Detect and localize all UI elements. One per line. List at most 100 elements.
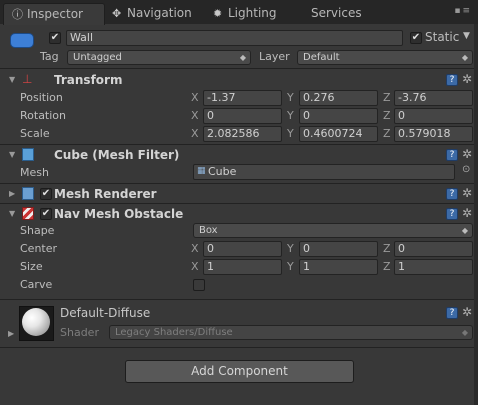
x-axis-label: X (191, 109, 199, 122)
object-name-input[interactable]: Wall (66, 30, 403, 46)
foldout-arrow-icon[interactable]: ▼ (9, 146, 15, 164)
scale-label: Scale (20, 127, 50, 140)
center-label: Center (20, 242, 58, 255)
nav-mesh-obstacle-icon (22, 207, 34, 220)
help-book-icon[interactable]: ? (446, 307, 458, 319)
info-icon: ⓘ (12, 8, 23, 21)
shader-label: Shader (60, 326, 99, 339)
size-x-field[interactable]: 1 (203, 259, 282, 275)
dropdown-arrow-icon: ◆ (461, 53, 468, 62)
gameobject-icon (10, 33, 34, 48)
divider (0, 299, 478, 300)
size-z-field[interactable]: 1 (394, 259, 473, 275)
foldout-arrow-icon[interactable]: ▶ (9, 185, 15, 203)
dropdown-arrow-icon: ◆ (461, 226, 468, 235)
x-axis-label: X (191, 127, 199, 140)
y-axis-label: Y (287, 242, 294, 255)
static-dropdown-icon[interactable]: ▼ (463, 31, 470, 41)
static-checkbox[interactable]: ✔ (410, 32, 422, 44)
help-book-icon[interactable]: ? (446, 74, 458, 86)
object-picker-icon[interactable]: ⊙ (462, 164, 470, 175)
y-axis-label: Y (287, 127, 294, 140)
z-axis-label: Z (383, 91, 391, 104)
divider (0, 144, 478, 145)
rotation-y-field[interactable]: 0 (299, 108, 378, 124)
material-name: Default-Diffuse (60, 306, 151, 320)
dropdown-arrow-icon: ◆ (461, 328, 468, 337)
mesh-value: Cube (208, 165, 237, 178)
position-z-field[interactable]: -3.76 (394, 90, 473, 106)
mesh-renderer-title: Mesh Renderer (54, 187, 157, 201)
scale-z-field[interactable]: 0.579018 (394, 126, 473, 142)
gear-icon[interactable]: ✲ (462, 186, 472, 200)
active-checkbox[interactable]: ✔ (49, 32, 61, 44)
shader-value: Legacy Shaders/Diffuse (115, 327, 233, 338)
tab-label: Lighting (228, 6, 277, 20)
mesh-renderer-enabled-checkbox[interactable]: ✔ (40, 188, 52, 200)
material-sphere-icon (22, 308, 50, 336)
nav-mesh-obstacle-enabled-checkbox[interactable]: ✔ (40, 208, 52, 220)
z-axis-label: Z (383, 242, 391, 255)
z-axis-label: Z (383, 109, 391, 122)
x-axis-label: X (191, 260, 199, 273)
y-axis-label: Y (287, 109, 294, 122)
transform-title: Transform (54, 73, 123, 87)
scale-y-field[interactable]: 0.4600724 (299, 126, 378, 142)
gear-icon[interactable]: ✲ (462, 72, 472, 86)
rotation-z-field[interactable]: 0 (394, 108, 473, 124)
transform-icon: ⊥ (22, 72, 33, 86)
layer-label: Layer (259, 50, 290, 63)
help-book-icon[interactable]: ? (446, 208, 458, 220)
tab-label: Services (311, 6, 362, 20)
position-y-field[interactable]: 0.276 (299, 90, 378, 106)
z-axis-label: Z (383, 260, 391, 273)
center-z-field[interactable]: 0 (394, 241, 473, 257)
foldout-arrow-icon[interactable]: ▼ (9, 205, 15, 223)
tab-inspector[interactable]: ⓘ Inspector (3, 3, 105, 25)
nav-mesh-obstacle-title: Nav Mesh Obstacle (54, 207, 184, 221)
tab-services[interactable]: Services (302, 3, 372, 24)
lighting-icon: ✹ (213, 7, 223, 20)
static-label: Static (425, 30, 460, 44)
tab-label: Inspector (27, 7, 83, 21)
x-axis-label: X (191, 242, 199, 255)
panel-menu-icon[interactable]: ▪≡ (454, 6, 472, 16)
divider (0, 68, 478, 69)
foldout-arrow-icon[interactable]: ▶ (8, 325, 14, 343)
z-axis-label: Z (383, 127, 391, 140)
position-x-field[interactable]: -1.37 (203, 90, 282, 106)
shape-dropdown[interactable]: Box ◆ (193, 223, 473, 238)
gear-icon[interactable]: ✲ (462, 305, 472, 319)
tag-value: Untagged (73, 52, 122, 63)
help-book-icon[interactable]: ? (446, 149, 458, 161)
divider (0, 347, 478, 348)
x-axis-label: X (191, 91, 199, 104)
navigation-icon: ✥ (112, 7, 122, 20)
tag-dropdown[interactable]: Untagged ◆ (67, 50, 251, 65)
center-x-field[interactable]: 0 (203, 241, 282, 257)
tab-navigation[interactable]: ✥ Navigation (104, 3, 204, 24)
mesh-filter-title: Cube (Mesh Filter) (54, 148, 180, 162)
add-component-button[interactable]: Add Component (125, 360, 354, 383)
tag-label: Tag (40, 50, 59, 63)
center-y-field[interactable]: 0 (299, 241, 378, 257)
y-axis-label: Y (287, 260, 294, 273)
gear-icon[interactable]: ✲ (462, 206, 472, 220)
size-label: Size (20, 260, 43, 273)
scale-x-field[interactable]: 2.082586 (203, 126, 282, 142)
foldout-arrow-icon[interactable]: ▼ (9, 71, 15, 89)
scrollbar[interactable] (474, 24, 478, 405)
mesh-asset-icon: ▦ (197, 166, 206, 176)
divider (0, 203, 478, 204)
mesh-object-field[interactable]: Cube (193, 164, 455, 180)
help-book-icon[interactable]: ? (446, 188, 458, 200)
shape-label: Shape (20, 224, 55, 237)
y-axis-label: Y (287, 91, 294, 104)
rotation-x-field[interactable]: 0 (203, 108, 282, 124)
gear-icon[interactable]: ✲ (462, 147, 472, 161)
size-y-field[interactable]: 1 (299, 259, 378, 275)
carve-checkbox[interactable] (193, 279, 205, 291)
layer-dropdown[interactable]: Default ◆ (297, 50, 473, 65)
tab-lighting[interactable]: ✹ Lighting (205, 3, 295, 24)
shader-dropdown[interactable]: Legacy Shaders/Diffuse ◆ (109, 325, 473, 340)
